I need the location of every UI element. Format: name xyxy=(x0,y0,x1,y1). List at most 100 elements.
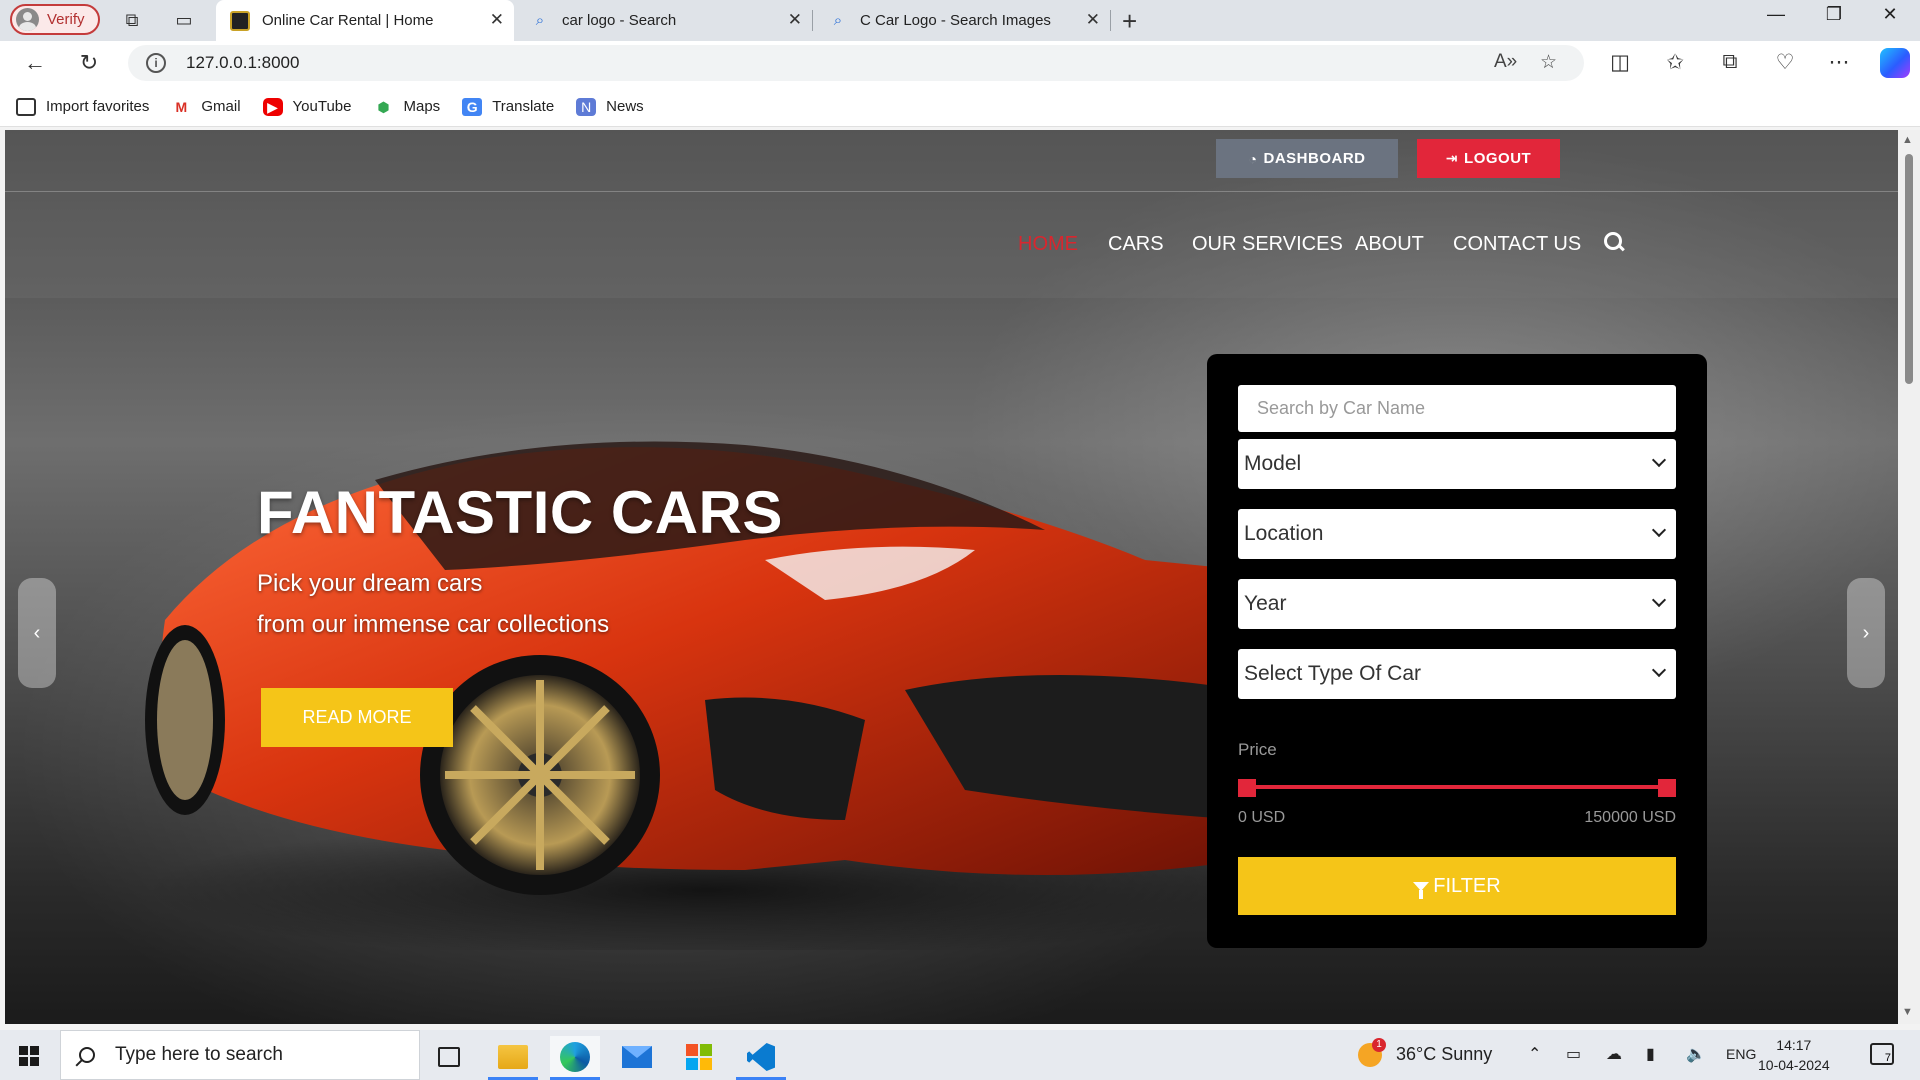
close-tab-icon[interactable]: ✕ xyxy=(788,10,802,30)
chevron-down-icon xyxy=(1651,522,1667,538)
avatar-icon xyxy=(16,8,39,31)
favorite-gmail[interactable]: M Gmail xyxy=(171,98,241,116)
location-select[interactable]: Location xyxy=(1238,509,1676,559)
edge-icon xyxy=(560,1042,590,1072)
close-tab-icon[interactable]: ✕ xyxy=(490,10,504,30)
price-min-handle[interactable] xyxy=(1238,779,1256,797)
notifications-icon[interactable]: 7 xyxy=(1870,1043,1894,1065)
model-select[interactable]: Model xyxy=(1238,439,1676,489)
profile-button[interactable]: Verify xyxy=(10,4,100,35)
workspaces-icon[interactable]: ⧉ xyxy=(120,8,144,32)
chevron-down-icon xyxy=(1651,662,1667,678)
weather-text[interactable]: 36°C Sunny xyxy=(1396,1044,1492,1065)
read-aloud-icon[interactable]: A» xyxy=(1494,51,1517,73)
url-text: 127.0.0.1:8000 xyxy=(186,53,300,72)
tab-title: C Car Logo - Search Images xyxy=(860,12,1051,29)
filter-icon xyxy=(1413,881,1430,899)
split-screen-icon[interactable]: ◫ xyxy=(1605,50,1635,75)
slider-prev-icon[interactable]: ‹ xyxy=(18,578,56,688)
file-explorer-icon xyxy=(498,1045,528,1069)
edge-button[interactable] xyxy=(550,1036,600,1080)
scrollbar-thumb[interactable] xyxy=(1905,154,1913,384)
slider-next-icon[interactable]: › xyxy=(1847,578,1885,688)
nav-about[interactable]: ABOUT xyxy=(1355,233,1424,256)
vscode-button[interactable] xyxy=(736,1036,786,1080)
read-more-button[interactable]: READ MORE xyxy=(261,688,453,747)
youtube-icon: ▶ xyxy=(262,97,283,116)
car-name-search-input[interactable]: Search by Car Name xyxy=(1238,385,1676,432)
favorite-label: Gmail xyxy=(201,98,241,115)
task-view-button[interactable] xyxy=(424,1036,474,1078)
show-hidden-icons-icon[interactable]: ⌃ xyxy=(1528,1044,1541,1064)
hero-subtitle-line2: from our immense car collections xyxy=(257,611,610,638)
search-icon xyxy=(79,1047,95,1063)
tab-title: Online Car Rental | Home xyxy=(262,12,434,29)
year-select[interactable]: Year xyxy=(1238,579,1676,629)
onedrive-icon[interactable]: ☁ xyxy=(1606,1044,1622,1064)
nav-home[interactable]: HOME xyxy=(1018,233,1078,256)
car-type-select[interactable]: Select Type Of Car xyxy=(1238,649,1676,699)
battery-icon[interactable]: ▮ xyxy=(1646,1044,1655,1064)
favorite-youtube[interactable]: ▶ YouTube xyxy=(262,97,352,116)
browser-essentials-icon[interactable]: ♡ xyxy=(1770,50,1800,75)
price-max-handle[interactable] xyxy=(1658,779,1676,797)
scroll-up-icon[interactable]: ▲ xyxy=(1902,134,1913,146)
tab-online-car-rental[interactable]: Online Car Rental | Home ✕ xyxy=(216,0,514,41)
page-viewport: ◔ DASHBOARD ⇥ LOGOUT HOME CARS OUR SERVI… xyxy=(5,130,1898,1024)
store-button[interactable] xyxy=(674,1036,724,1078)
mail-button[interactable] xyxy=(612,1036,662,1078)
clock-date: 10-04-2024 xyxy=(1758,1057,1830,1073)
logout-button[interactable]: ⇥ LOGOUT xyxy=(1417,139,1560,178)
close-window-icon[interactable]: ✕ xyxy=(1870,4,1910,25)
back-icon[interactable]: ← xyxy=(20,50,50,76)
refresh-icon[interactable]: ↻ xyxy=(74,50,104,76)
favorite-maps[interactable]: ⬢ Maps xyxy=(374,98,440,116)
nav-our-services[interactable]: OUR SERVICES xyxy=(1192,233,1343,256)
close-tab-icon[interactable]: ✕ xyxy=(1086,10,1100,30)
dashboard-button[interactable]: ◔ DASHBOARD xyxy=(1216,139,1398,178)
search-icon[interactable] xyxy=(1603,231,1625,253)
translate-icon: G xyxy=(462,97,483,116)
weather-badge: 1 xyxy=(1372,1038,1386,1052)
minimize-icon[interactable]: — xyxy=(1756,4,1796,25)
collections-icon[interactable]: ⧉ xyxy=(1715,50,1745,74)
favorite-label: News xyxy=(606,98,644,115)
favorite-news[interactable]: N News xyxy=(576,97,644,116)
tab-car-logo-search[interactable]: ⌕ car logo - Search ✕ xyxy=(516,0,812,41)
header-divider xyxy=(5,191,1898,192)
favorite-translate[interactable]: G Translate xyxy=(462,97,554,116)
logout-label: LOGOUT xyxy=(1464,150,1532,167)
vscode-icon xyxy=(747,1043,775,1071)
page-scrollbar[interactable]: ▲ ▼ xyxy=(1898,130,1920,1024)
address-bar[interactable]: i 127.0.0.1:8000 A» ☆ xyxy=(128,45,1584,81)
file-explorer-button[interactable] xyxy=(488,1036,538,1080)
taskbar-search-box[interactable]: Type here to search xyxy=(60,1030,420,1080)
filter-button[interactable]: FILTER xyxy=(1238,857,1676,915)
network-display-icon[interactable]: ▭ xyxy=(1566,1044,1581,1064)
volume-muted-icon[interactable]: 🔈 xyxy=(1686,1044,1706,1064)
favorite-import[interactable]: Import favorites xyxy=(16,97,149,116)
restore-icon[interactable]: ❐ xyxy=(1814,4,1854,25)
favorites-icon[interactable]: ✩ xyxy=(1660,50,1690,75)
site-info-icon[interactable]: i xyxy=(146,53,166,73)
favorite-label: YouTube xyxy=(292,98,352,115)
favorite-star-icon[interactable]: ☆ xyxy=(1540,51,1557,74)
price-range-track[interactable] xyxy=(1245,785,1663,789)
hero-subtitle-line1: Pick your dream cars xyxy=(257,570,483,597)
search-favicon-icon: ⌕ xyxy=(535,11,545,29)
more-options-icon[interactable]: ⋯ xyxy=(1824,50,1854,75)
tab-actions-icon[interactable]: ▭ xyxy=(172,8,196,32)
nav-cars[interactable]: CARS xyxy=(1108,233,1164,256)
copilot-icon[interactable] xyxy=(1880,48,1910,78)
price-min-value: 0 USD xyxy=(1238,809,1286,826)
start-icon[interactable] xyxy=(19,1046,39,1066)
search-favicon-icon: ⌕ xyxy=(833,11,843,29)
select-value: Location xyxy=(1244,522,1324,545)
import-icon xyxy=(16,97,36,116)
tab-c-car-logo-images[interactable]: ⌕ C Car Logo - Search Images ✕ xyxy=(814,0,1110,41)
new-tab-icon[interactable]: + xyxy=(1122,6,1137,37)
nav-contact-us[interactable]: CONTACT US xyxy=(1453,233,1581,256)
system-clock[interactable]: 14:17 10-04-2024 xyxy=(1758,1035,1830,1075)
language-indicator[interactable]: ENG xyxy=(1726,1046,1756,1062)
scroll-down-icon[interactable]: ▼ xyxy=(1902,1006,1913,1018)
